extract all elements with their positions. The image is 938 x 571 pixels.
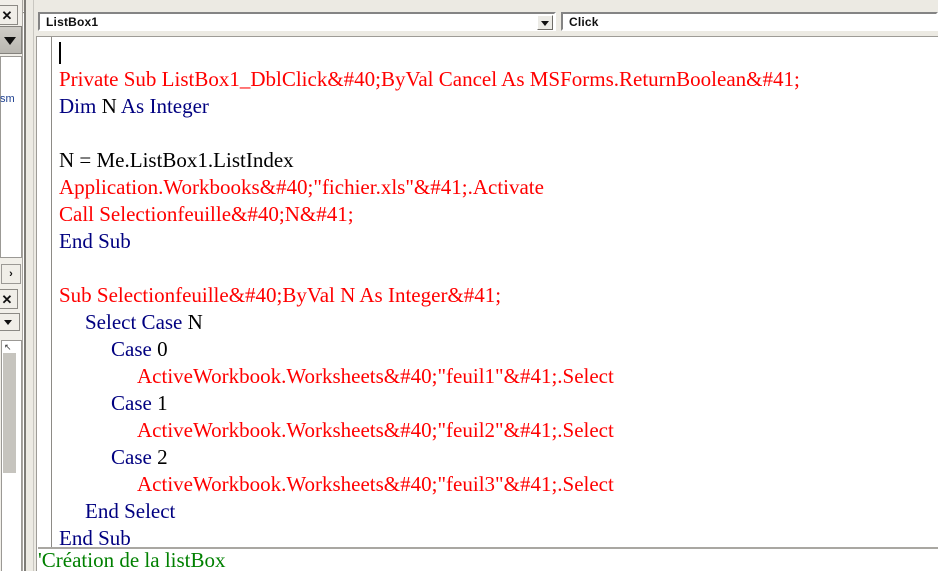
code-window-combo-row: ListBox1 Click (34, 12, 938, 34)
scrollbar-thumb[interactable] (3, 353, 16, 473)
code-line: Call Selectionfeuille&#40;N&#41; (59, 201, 938, 228)
code-token: Case (111, 445, 152, 469)
code-line: Sub Selectionfeuille&#40;ByVal N As Inte… (59, 282, 938, 309)
code-text[interactable]: Private Sub ListBox1_DblClick&#40;ByVal … (59, 39, 938, 552)
scroll-down-icon[interactable] (0, 26, 22, 54)
code-token: As Integer (120, 94, 209, 118)
code-token: 'Création de la listBox (38, 548, 226, 571)
code-token: 2 (151, 445, 168, 469)
code-token: Sub Selectionfeuille&#40;ByVal N As Inte… (59, 283, 502, 307)
project-explorer-list[interactable] (0, 56, 22, 258)
code-token: ActiveWorkbook.Worksheets&#40;"feuil3"&#… (137, 472, 614, 496)
close-icon-secondary[interactable]: ✕ (0, 289, 18, 309)
code-line: ActiveWorkbook.Worksheets&#40;"feuil3"&#… (59, 471, 938, 498)
object-combobox[interactable]: ListBox1 (38, 12, 556, 31)
code-line: N = Me.ListBox1.ListIndex (59, 147, 938, 174)
code-line: Case 1 (59, 390, 938, 417)
code-line: 'Création de la listBox (38, 547, 918, 571)
dropdown-icon[interactable] (0, 313, 20, 331)
code-editor[interactable]: Private Sub ListBox1_DblClick&#40;ByVal … (36, 36, 938, 571)
chevron-down-icon[interactable] (537, 15, 553, 30)
code-token: N (96, 94, 121, 118)
code-token: N = Me.ListBox1.ListIndex (59, 148, 294, 172)
code-token: ActiveWorkbook.Worksheets&#40;"feuil2"&#… (137, 418, 614, 442)
procedure-combobox[interactable]: Click (561, 12, 938, 31)
editor-margin-indicator-bar (51, 37, 52, 571)
expand-right-icon[interactable]: › (1, 264, 21, 284)
close-icon[interactable]: ✕ (0, 5, 18, 25)
code-line: Case 0 (59, 336, 938, 363)
code-token: 0 (151, 337, 168, 361)
code-token: Application.Workbooks&#40;"fichier.xls"&… (59, 175, 544, 199)
code-line: Select Case N (59, 309, 938, 336)
left-dock-panel: ✕ sm › ✕ ↖ (0, 0, 23, 571)
code-line: Dim N As Integer (59, 93, 938, 120)
code-line: ActiveWorkbook.Worksheets&#40;"feuil1"&#… (59, 363, 938, 390)
properties-panel-caption: ↖ (4, 342, 12, 352)
code-bottom-region: 'Création de la listBox (38, 547, 938, 571)
code-token: Private Sub ListBox1_DblClick&#40;ByVal … (59, 67, 800, 91)
code-token: End Sub (59, 229, 131, 253)
code-token: 1 (151, 391, 168, 415)
code-line: End Select (59, 498, 938, 525)
code-window: ListBox1 Click Private Sub ListBox1_DblC… (24, 0, 938, 571)
code-token: Case (111, 337, 152, 361)
code-token: N (182, 310, 203, 334)
code-token: Call Selectionfeuille&#40;N&#41; (59, 202, 354, 226)
code-token: Case (111, 391, 152, 415)
code-line: Application.Workbooks&#40;"fichier.xls"&… (59, 174, 938, 201)
vba-editor-window: ListBox1 Click Private Sub ListBox1_DblC… (0, 0, 938, 571)
code-token: Dim (59, 94, 97, 118)
project-item-label: sm (0, 93, 15, 105)
code-text-below-separator[interactable]: 'Création de la listBox (38, 547, 918, 571)
code-line: Private Sub ListBox1_DblClick&#40;ByVal … (59, 66, 938, 93)
code-line: ActiveWorkbook.Worksheets&#40;"feuil2"&#… (59, 417, 938, 444)
code-line: End Sub (59, 228, 938, 255)
code-line: Case 2 (59, 444, 938, 471)
code-token: ActiveWorkbook.Worksheets&#40;"feuil1"&#… (137, 364, 614, 388)
object-combobox-value: ListBox1 (46, 14, 99, 29)
properties-panel[interactable]: ↖ (1, 340, 22, 571)
code-token: Select Case (85, 310, 183, 334)
code-window-left-border (24, 0, 34, 571)
procedure-combobox-value: Click (569, 14, 599, 29)
code-token: End Select (85, 499, 176, 523)
